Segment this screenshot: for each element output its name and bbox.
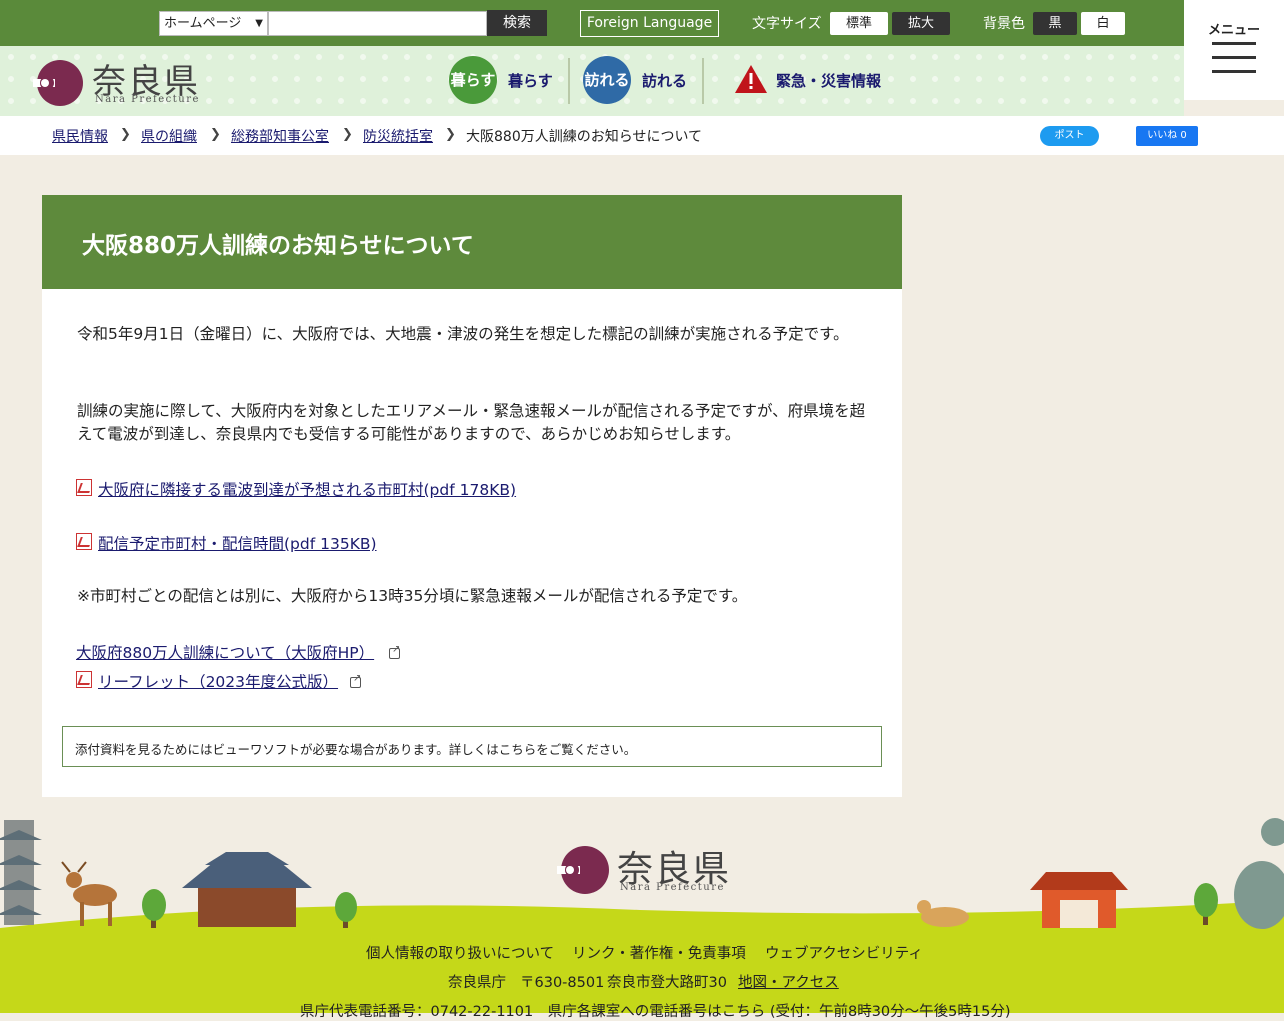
hamburger-icon xyxy=(1212,56,1256,59)
hamburger-icon xyxy=(1212,70,1256,73)
pdf-link-schedule[interactable]: 配信予定市町村・配信時間(pdf 135KB) xyxy=(98,532,377,554)
tweet-button[interactable]: ポスト xyxy=(1040,126,1099,146)
chevron-down-icon: ▼ xyxy=(255,18,263,29)
temple-icon xyxy=(182,852,312,927)
bg-color-label: 背景色 xyxy=(983,16,1025,32)
footer-link-copyright[interactable]: リンク・著作権・免責事項 xyxy=(572,942,746,963)
chevron-right-icon: ❯ xyxy=(210,127,221,142)
nav-visit-icon[interactable]: 訪れる xyxy=(583,56,631,104)
nav-emergency-link[interactable]: 緊急・災害情報 xyxy=(776,70,881,91)
viewer-notice-box: 添付資料を見るためにはビューワソフトが必要な場合があります。詳しくはこちらをご覧… xyxy=(62,726,882,767)
external-link-icon xyxy=(389,644,400,659)
breadcrumb-item[interactable]: 防災統括室 xyxy=(363,126,433,146)
prefecture-logo-icon[interactable] xyxy=(33,59,87,107)
warning-icon[interactable] xyxy=(734,64,768,94)
paragraph-date: 令和5年9月1日（金曜日）に、大阪府では、大地震・津波の発生を想定した標記の訓練… xyxy=(77,325,849,343)
footer-logo-icon[interactable] xyxy=(557,845,613,895)
breadcrumb-item[interactable]: 県民情報 xyxy=(52,126,108,146)
article-card: 大阪880万人訓練のお知らせについて 令和5年9月1日（金曜日）に、大阪府では、… xyxy=(42,195,902,797)
search-scope-select[interactable]: ホームページ ▼ xyxy=(159,11,268,36)
pagoda-icon xyxy=(0,820,42,925)
footer-link-accessibility[interactable]: ウェブアクセシビリティ xyxy=(765,942,923,963)
shrine-gate-icon xyxy=(1030,872,1128,928)
footer-postal-code: 〒630-8501 xyxy=(520,975,605,991)
title-band: 大阪880万人訓練のお知らせについて xyxy=(42,195,902,289)
top-utility-bar: ホームページ ▼ 検索 Foreign Language 文字サイズ 標準 拡大… xyxy=(0,0,1184,46)
bg-black-button[interactable]: 黒 xyxy=(1033,12,1077,35)
breadcrumb-current: 大阪880万人訓練のお知らせについて xyxy=(466,129,703,145)
nav-living-icon[interactable]: 暮らす xyxy=(449,56,497,104)
search-button[interactable]: 検索 xyxy=(487,10,547,36)
buddha-statue-icon xyxy=(1234,818,1284,929)
foreign-language-button[interactable]: Foreign Language xyxy=(580,10,719,37)
menu-button[interactable]: メニュー xyxy=(1184,0,1284,100)
footer-phone-info: 県庁代表電話番号：0742-22-1101 県庁各課室への電話番号はこちら (受… xyxy=(300,1004,1011,1020)
external-link-icon xyxy=(350,673,361,688)
search-scope-value: ホームページ xyxy=(164,16,242,31)
footer-map-link[interactable]: 地図・アクセス xyxy=(738,971,839,992)
pdf-link-leaflet[interactable]: リーフレット（2023年度公式版） xyxy=(98,670,338,692)
pdf-icon xyxy=(76,671,92,688)
breadcrumb-item[interactable]: 総務部知事公室 xyxy=(231,126,329,146)
breadcrumb-item[interactable]: 県の組織 xyxy=(141,126,197,146)
facebook-like-button[interactable]: いいね 0 xyxy=(1136,126,1198,146)
site-logo-subtitle: Nara Prefecture xyxy=(95,94,200,105)
search-input[interactable] xyxy=(268,11,487,36)
nav-visit-link[interactable]: 訪れる xyxy=(642,70,687,91)
footer-address: 奈良市登大路町30 xyxy=(607,975,727,991)
nav-living-link[interactable]: 暮らす xyxy=(508,70,553,91)
footer-link-privacy[interactable]: 個人情報の取り扱いについて xyxy=(366,942,554,963)
footer: 個人情報の取り扱いについて リンク・著作権・免責事項 ウェブアクセシビリティ 奈… xyxy=(0,930,1284,1020)
pdf-icon xyxy=(76,479,92,496)
font-size-large-button[interactable]: 拡大 xyxy=(892,12,950,35)
font-size-standard-button[interactable]: 標準 xyxy=(830,12,888,35)
menu-label: メニュー xyxy=(1207,23,1260,38)
chevron-right-icon: ❯ xyxy=(445,127,456,142)
viewer-software-link[interactable]: 添付資料を見るためにはビューワソフトが必要な場合があります。詳しくはこちらをご覧… xyxy=(75,739,636,758)
footer-office-name: 奈良県庁 xyxy=(448,975,506,991)
font-size-label: 文字サイズ xyxy=(752,16,822,32)
nav-divider xyxy=(568,58,570,104)
external-link-osaka-hp[interactable]: 大阪府880万人訓練について（大阪府HP） xyxy=(76,641,374,663)
paragraph-notice: 訓練の実施に際して、大阪府内を対象としたエリアメール・緊急速報メールが配信される… xyxy=(77,402,866,443)
deer-icon xyxy=(61,861,117,926)
footer-logo-subtitle: Nara Prefecture xyxy=(620,882,725,893)
hamburger-icon xyxy=(1212,42,1256,45)
bg-white-button[interactable]: 白 xyxy=(1081,12,1125,35)
pdf-link-adjacent-municipalities[interactable]: 大阪府に隣接する電波到達が予想される市町村(pdf 178KB) xyxy=(98,478,516,500)
chevron-right-icon: ❯ xyxy=(342,127,353,142)
nav-divider xyxy=(702,58,704,104)
pdf-icon xyxy=(76,533,92,550)
chevron-right-icon: ❯ xyxy=(120,127,131,142)
paragraph-osaka-alert: ※市町村ごとの配信とは別に、大阪府から13時35分頃に緊急速報メールが配信される… xyxy=(77,587,748,605)
page-title: 大阪880万人訓練のお知らせについて xyxy=(82,233,474,259)
